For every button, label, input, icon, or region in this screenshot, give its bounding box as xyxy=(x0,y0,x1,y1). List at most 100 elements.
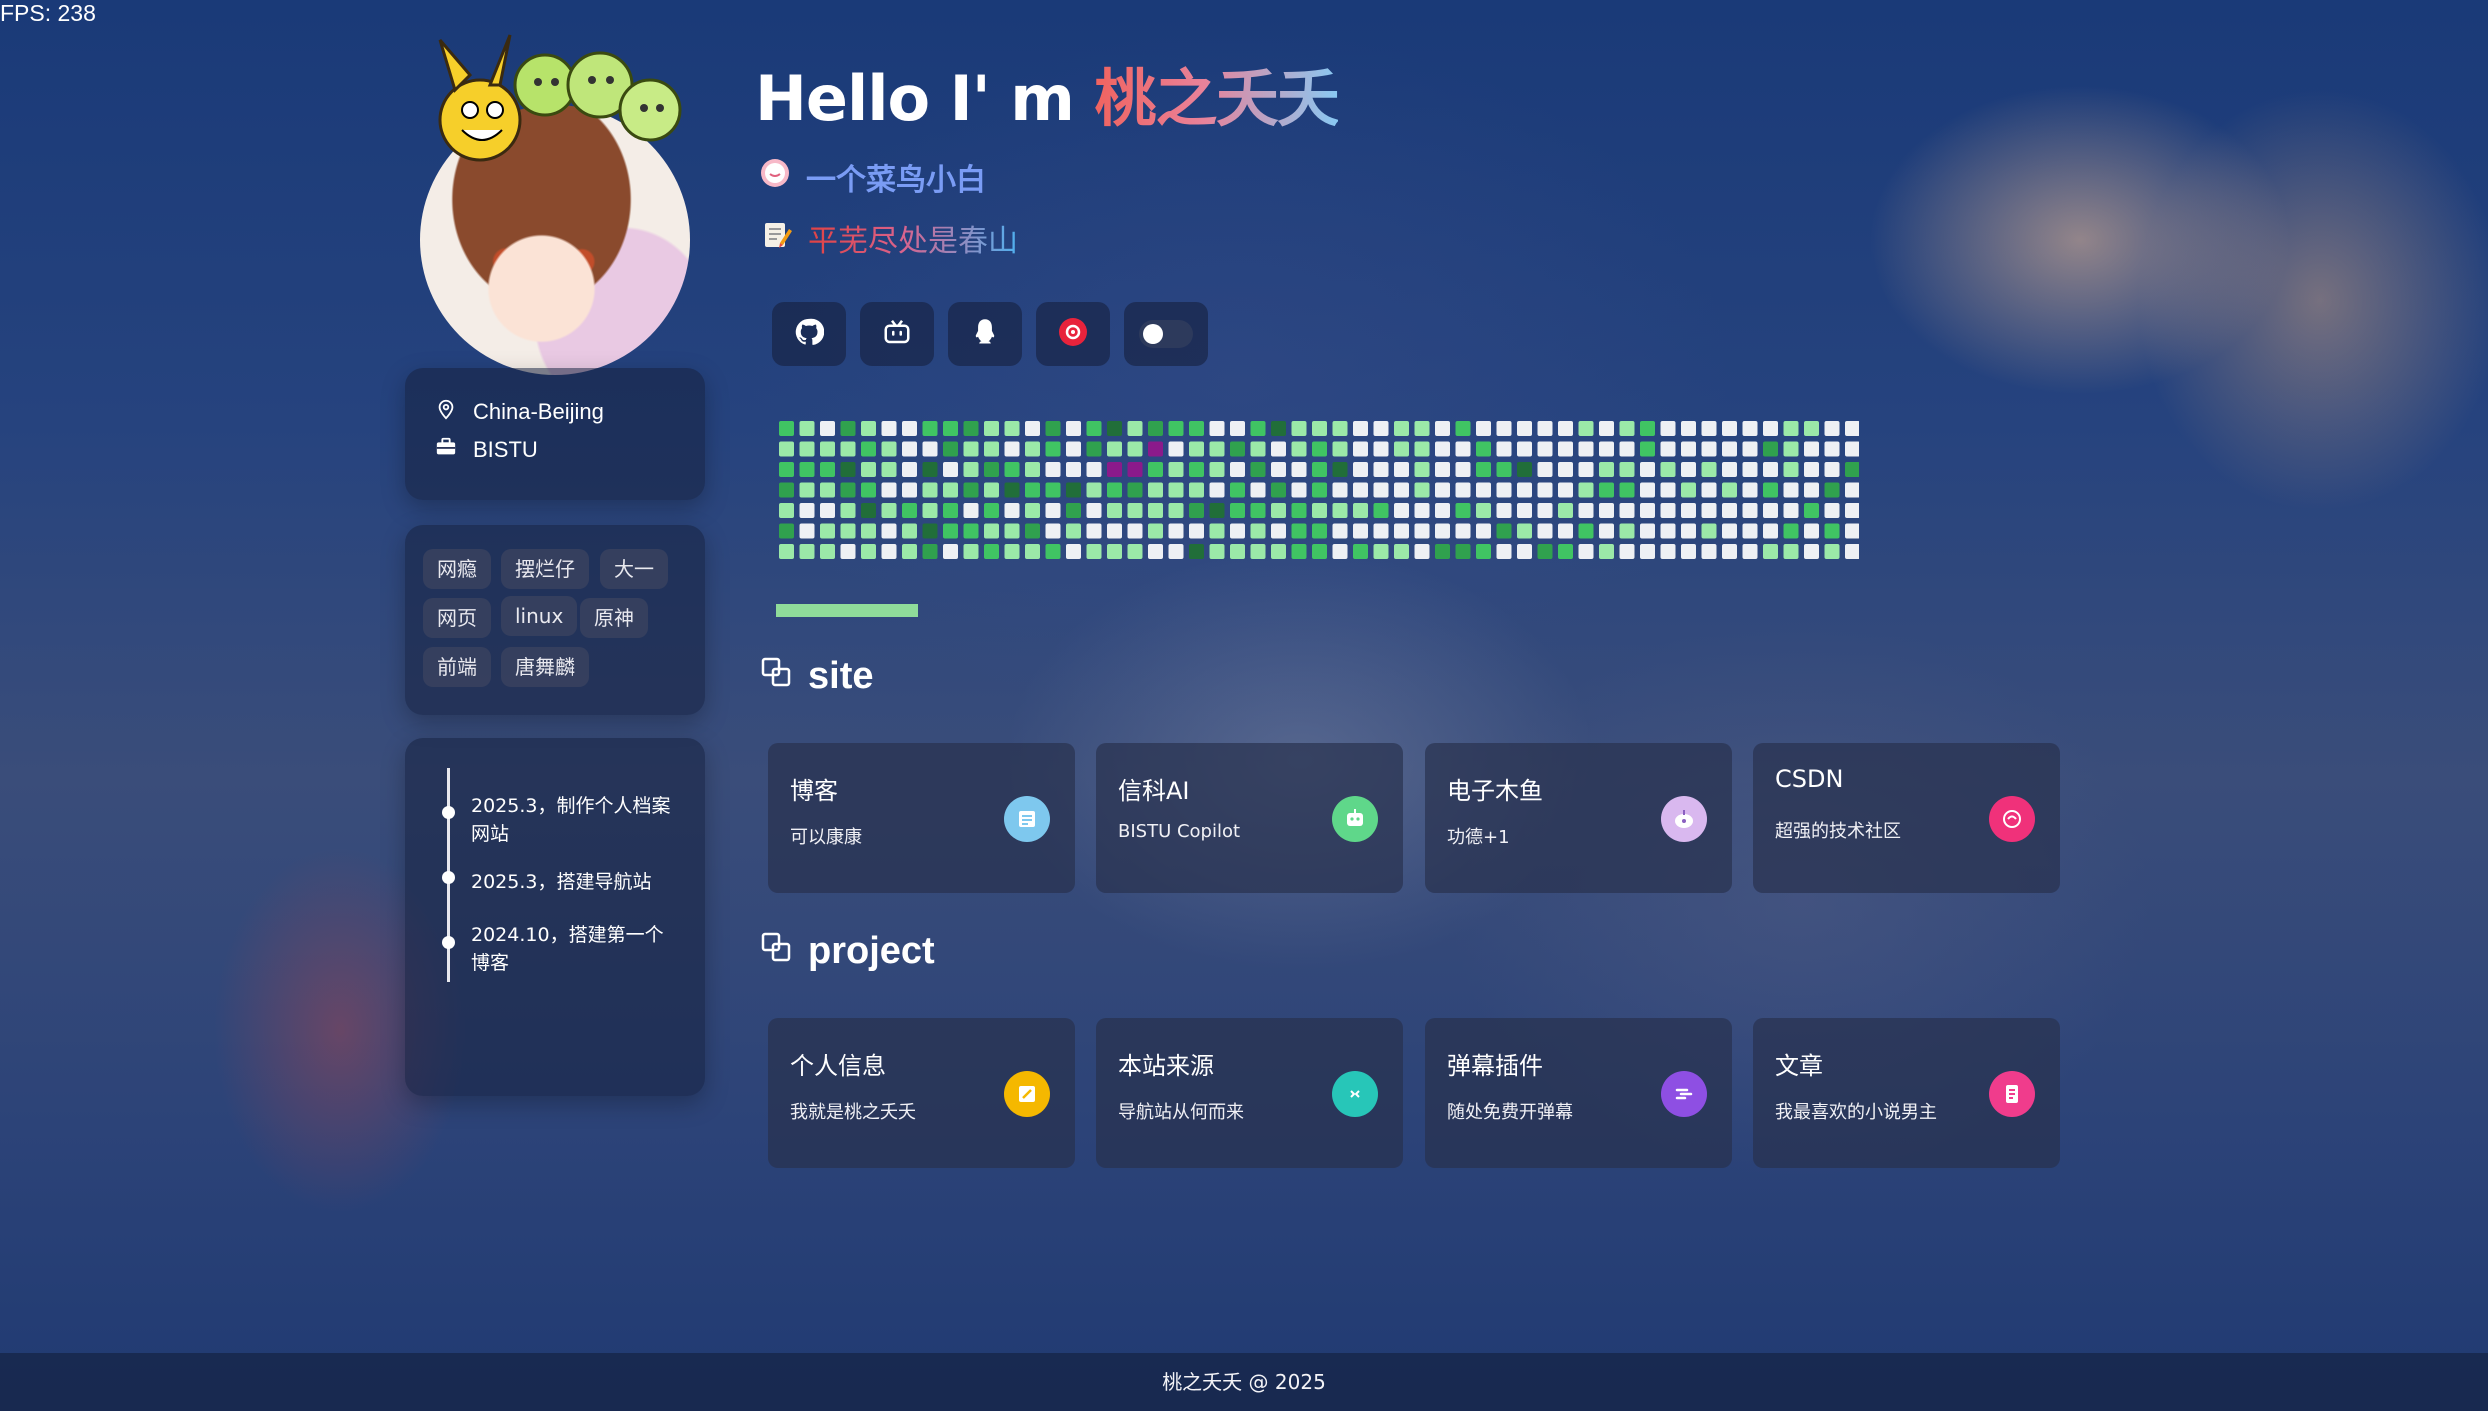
heatmap-cell xyxy=(1107,462,1122,477)
location-row: China-Beijing xyxy=(435,398,604,426)
heatmap-cell xyxy=(1271,523,1286,539)
heatmap-cell xyxy=(1824,462,1840,477)
site-tile-blog[interactable]: 博客 可以康康 xyxy=(768,743,1075,893)
heatmap-cell xyxy=(963,441,979,457)
bilibili-icon xyxy=(882,317,912,351)
heatmap-cell xyxy=(1517,441,1532,457)
heatmap-cell xyxy=(943,462,958,477)
theme-toggle-wrap[interactable] xyxy=(1124,302,1208,366)
heatmap-cell xyxy=(943,544,958,559)
heatmap-cell xyxy=(1291,503,1307,518)
bilibili-link[interactable] xyxy=(860,302,934,366)
site-tile-csdn[interactable]: CSDN 超强的技术社区 xyxy=(1753,743,2060,893)
heatmap-cell xyxy=(1701,441,1717,457)
heatmap-cell xyxy=(779,544,794,559)
heatmap-cell xyxy=(840,503,856,518)
heatmap-cell xyxy=(1435,482,1450,498)
heatmap-cell xyxy=(1476,544,1491,559)
heatmap-cell xyxy=(1250,421,1266,436)
heatmap-cell xyxy=(1824,482,1840,498)
heatmap-cell xyxy=(1455,462,1471,477)
heatmap-cell xyxy=(1599,523,1614,539)
project-tile-article[interactable]: 文章 我最喜欢的小说男主 xyxy=(1753,1018,2060,1168)
heatmap-cell xyxy=(1804,544,1819,559)
heatmap-cell xyxy=(1332,462,1348,477)
heatmap-cell xyxy=(1742,441,1758,457)
heatmap-cell xyxy=(984,421,999,436)
heatmap-cell xyxy=(1742,462,1758,477)
heatmap-cell xyxy=(820,482,835,498)
github-link[interactable] xyxy=(772,302,846,366)
heatmap-cell xyxy=(820,544,835,559)
heatmap-cell xyxy=(1414,462,1430,477)
heatmap-cell xyxy=(1004,462,1020,477)
heatmap-cell xyxy=(1148,462,1163,477)
heatmap-cell xyxy=(1517,462,1532,477)
heatmap-cell xyxy=(963,544,979,559)
heatmap-cell xyxy=(1127,421,1143,436)
heatmap-cell xyxy=(779,503,794,518)
heatmap-cell xyxy=(861,544,876,559)
heatmap-cell xyxy=(922,421,938,436)
timeline-card: 2025.3，制作个人档案网站 2025.3，搭建导航站 2024.10，搭建第… xyxy=(405,738,705,1096)
heatmap-cell xyxy=(1271,462,1286,477)
heatmap-cell xyxy=(963,462,979,477)
heatmap-cell xyxy=(881,544,897,559)
heatmap-cell xyxy=(1394,441,1409,457)
heatmap-cell xyxy=(1722,544,1737,559)
heatmap-cell xyxy=(1496,503,1512,518)
heatmap-grid xyxy=(779,421,1859,559)
heatmap-cell xyxy=(1107,482,1122,498)
heatmap-cell xyxy=(1107,421,1122,436)
project-tile-profile[interactable]: 个人信息 我就是桃之夭夭 xyxy=(768,1018,1075,1168)
heatmap-cell xyxy=(922,482,938,498)
heatmap-cell xyxy=(1332,503,1348,518)
heatmap-cell xyxy=(1394,462,1409,477)
heatmap-cell xyxy=(922,441,938,457)
tile-title: CSDN xyxy=(1775,765,1844,793)
tile-desc: 随处免费开弹幕 xyxy=(1447,1102,1573,1123)
heatmap-cell xyxy=(1394,503,1409,518)
heatmap-cell xyxy=(1496,544,1512,559)
school-text: BISTU xyxy=(473,437,538,462)
fps-counter: FPS: 238 xyxy=(0,0,96,26)
hero-motto: 平芜尽处是春山 xyxy=(808,216,1018,260)
timeline-item: 2024.10，搭建第一个博客 xyxy=(471,924,664,974)
timeline-dot xyxy=(442,936,455,949)
netease-music-link[interactable] xyxy=(1036,302,1110,366)
heatmap-cell xyxy=(1312,441,1327,457)
theme-toggle[interactable] xyxy=(1139,320,1193,348)
heatmap-cell xyxy=(1086,523,1102,539)
heatmap-cell xyxy=(922,523,938,539)
tile-desc: 超强的技术社区 xyxy=(1775,821,1901,842)
heatmap-cell xyxy=(1086,482,1102,498)
hero-name: 桃之夭夭 xyxy=(1094,62,1339,135)
heatmap-cell xyxy=(1189,523,1204,539)
heatmap-cell xyxy=(1435,503,1450,518)
heatmap-cell xyxy=(1209,482,1225,498)
project-tile-source[interactable]: 本站来源 导航站从何而来 xyxy=(1096,1018,1403,1168)
heatmap-cell xyxy=(799,482,815,498)
heatmap-cell xyxy=(799,462,815,477)
tag: 原神 xyxy=(580,598,648,638)
heatmap-cell xyxy=(1373,544,1389,559)
heatmap-cell xyxy=(1312,544,1327,559)
heatmap-cell xyxy=(1414,503,1430,518)
heatmap-cell xyxy=(1025,462,1040,477)
heatmap-cell xyxy=(1476,462,1491,477)
site-tile-ai[interactable]: 信科AI BISTU Copilot xyxy=(1096,743,1403,893)
heatmap-cell xyxy=(861,462,876,477)
heatmap-cell xyxy=(1578,482,1594,498)
project-tile-danmaku[interactable]: 弹幕插件 随处免费开弹幕 xyxy=(1425,1018,1732,1168)
qq-link[interactable] xyxy=(948,302,1022,366)
heatmap-cell xyxy=(1107,544,1122,559)
heatmap-cell xyxy=(1845,523,1859,539)
heatmap-cell xyxy=(1742,544,1758,559)
heatmap-cell xyxy=(799,441,815,457)
heatmap-cell xyxy=(1332,441,1348,457)
heatmap-cell xyxy=(1066,421,1081,436)
site-tile-woodfish[interactable]: 电子木鱼 功德+1 xyxy=(1425,743,1732,893)
tile-desc: 功德+1 xyxy=(1447,827,1510,848)
heatmap-cell xyxy=(881,462,897,477)
heatmap-cell xyxy=(1517,523,1532,539)
